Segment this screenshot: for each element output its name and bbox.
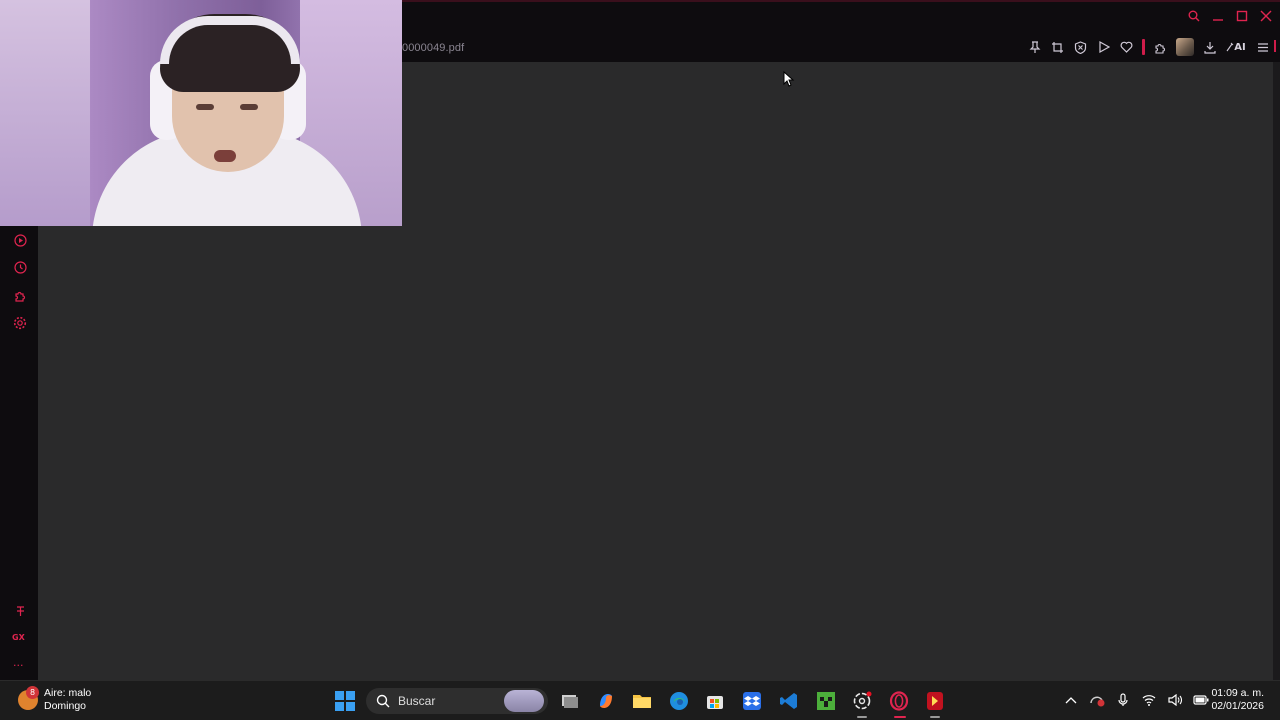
ai-label: AI xyxy=(1234,41,1246,53)
browser-toolbar: AI xyxy=(1027,38,1270,56)
copilot-icon[interactable] xyxy=(595,690,617,712)
webcam-overlay xyxy=(0,0,402,226)
menu-icon[interactable] xyxy=(1255,39,1270,55)
chatgpt-icon[interactable] xyxy=(851,690,873,712)
ai-button[interactable]: AI xyxy=(1225,39,1247,55)
weather-text: Aire: malo Domingo xyxy=(44,687,91,713)
weather-line-2: Domingo xyxy=(44,700,87,712)
taskbar-search[interactable]: Buscar xyxy=(366,688,548,714)
edge-icon[interactable] xyxy=(668,690,690,712)
wand-icon xyxy=(1226,42,1234,52)
webcam-eye-right xyxy=(240,104,258,110)
air-quality-icon: 8 xyxy=(18,686,39,710)
scrollbar[interactable] xyxy=(1273,62,1280,680)
microphone-icon[interactable] xyxy=(1115,692,1131,708)
system-tray xyxy=(1063,692,1209,708)
play-icon[interactable] xyxy=(1096,39,1111,55)
file-explorer-icon[interactable] xyxy=(631,690,653,712)
mouse-cursor xyxy=(783,71,795,87)
heart-icon[interactable] xyxy=(1119,39,1134,55)
snapshot-icon[interactable] xyxy=(1050,39,1065,55)
address-url[interactable]: 0000049.pdf xyxy=(402,42,464,54)
search-icon xyxy=(376,694,390,708)
chevron-up-icon[interactable] xyxy=(1063,692,1079,708)
wifi-icon[interactable] xyxy=(1141,692,1157,708)
start-button[interactable] xyxy=(335,691,355,711)
taskbar: 8 Aire: malo Domingo Buscar 01:09 a. m. … xyxy=(0,680,1280,720)
weather-badge: 8 xyxy=(26,686,39,699)
search-highlight-image xyxy=(504,690,544,712)
minimize-button[interactable] xyxy=(1212,10,1224,22)
search-icon[interactable] xyxy=(1188,10,1200,22)
code-editor-icon[interactable] xyxy=(778,690,800,712)
clock-date: 02/01/2026 xyxy=(1211,700,1264,712)
player-icon[interactable] xyxy=(12,232,28,248)
dropbox-icon[interactable] xyxy=(741,690,763,712)
search-placeholder: Buscar xyxy=(398,694,436,708)
weather-widget[interactable]: 8 Aire: malo Domingo xyxy=(18,686,91,713)
weather-line-1: Aire: malo xyxy=(44,687,92,699)
webcam-eye-left xyxy=(196,104,214,110)
window-controls xyxy=(1188,10,1272,22)
minecraft-icon[interactable] xyxy=(815,690,837,712)
media-app-icon[interactable] xyxy=(924,690,946,712)
profile-avatar[interactable] xyxy=(1176,38,1194,56)
taskbar-clock[interactable]: 01:09 a. m. 02/01/2026 xyxy=(1211,687,1264,713)
close-button[interactable] xyxy=(1260,10,1272,22)
volume-icon[interactable] xyxy=(1167,692,1183,708)
history-icon[interactable] xyxy=(12,259,28,275)
settings-icon[interactable] xyxy=(12,315,28,331)
extensions-icon[interactable] xyxy=(1153,39,1168,55)
chatgpt-indicator xyxy=(857,716,867,718)
headphone-band xyxy=(160,16,300,64)
toolbar-separator xyxy=(1142,39,1145,55)
shield-icon[interactable] xyxy=(1073,39,1088,55)
gx-label[interactable]: GX xyxy=(12,633,25,642)
battery-icon[interactable] xyxy=(1193,692,1209,708)
extensions-icon[interactable] xyxy=(12,287,28,303)
desktop: 0000049.pdf AI GX ... 8 Aire: malo Domin… xyxy=(0,0,1280,720)
opera-gx-icon[interactable] xyxy=(888,690,910,712)
pin-icon[interactable] xyxy=(1027,39,1042,55)
browser-tab-strip xyxy=(402,0,1280,34)
opera-active-indicator xyxy=(894,716,906,718)
task-view-icon[interactable] xyxy=(559,690,581,712)
maximize-button[interactable] xyxy=(1236,10,1248,22)
tab-accent xyxy=(1274,40,1276,52)
more-icon[interactable]: ... xyxy=(13,656,24,669)
browser-sidebar: GX ... xyxy=(0,226,38,680)
download-icon[interactable] xyxy=(1202,39,1217,55)
store-icon[interactable] xyxy=(704,690,726,712)
pin-sidebar-icon[interactable] xyxy=(12,603,28,619)
webcam-mouth xyxy=(214,150,236,162)
network-alert-icon[interactable] xyxy=(1089,692,1105,708)
clock-time: 01:09 a. m. xyxy=(1211,687,1264,699)
webcam-background xyxy=(0,0,90,226)
media-app-indicator xyxy=(930,716,940,718)
